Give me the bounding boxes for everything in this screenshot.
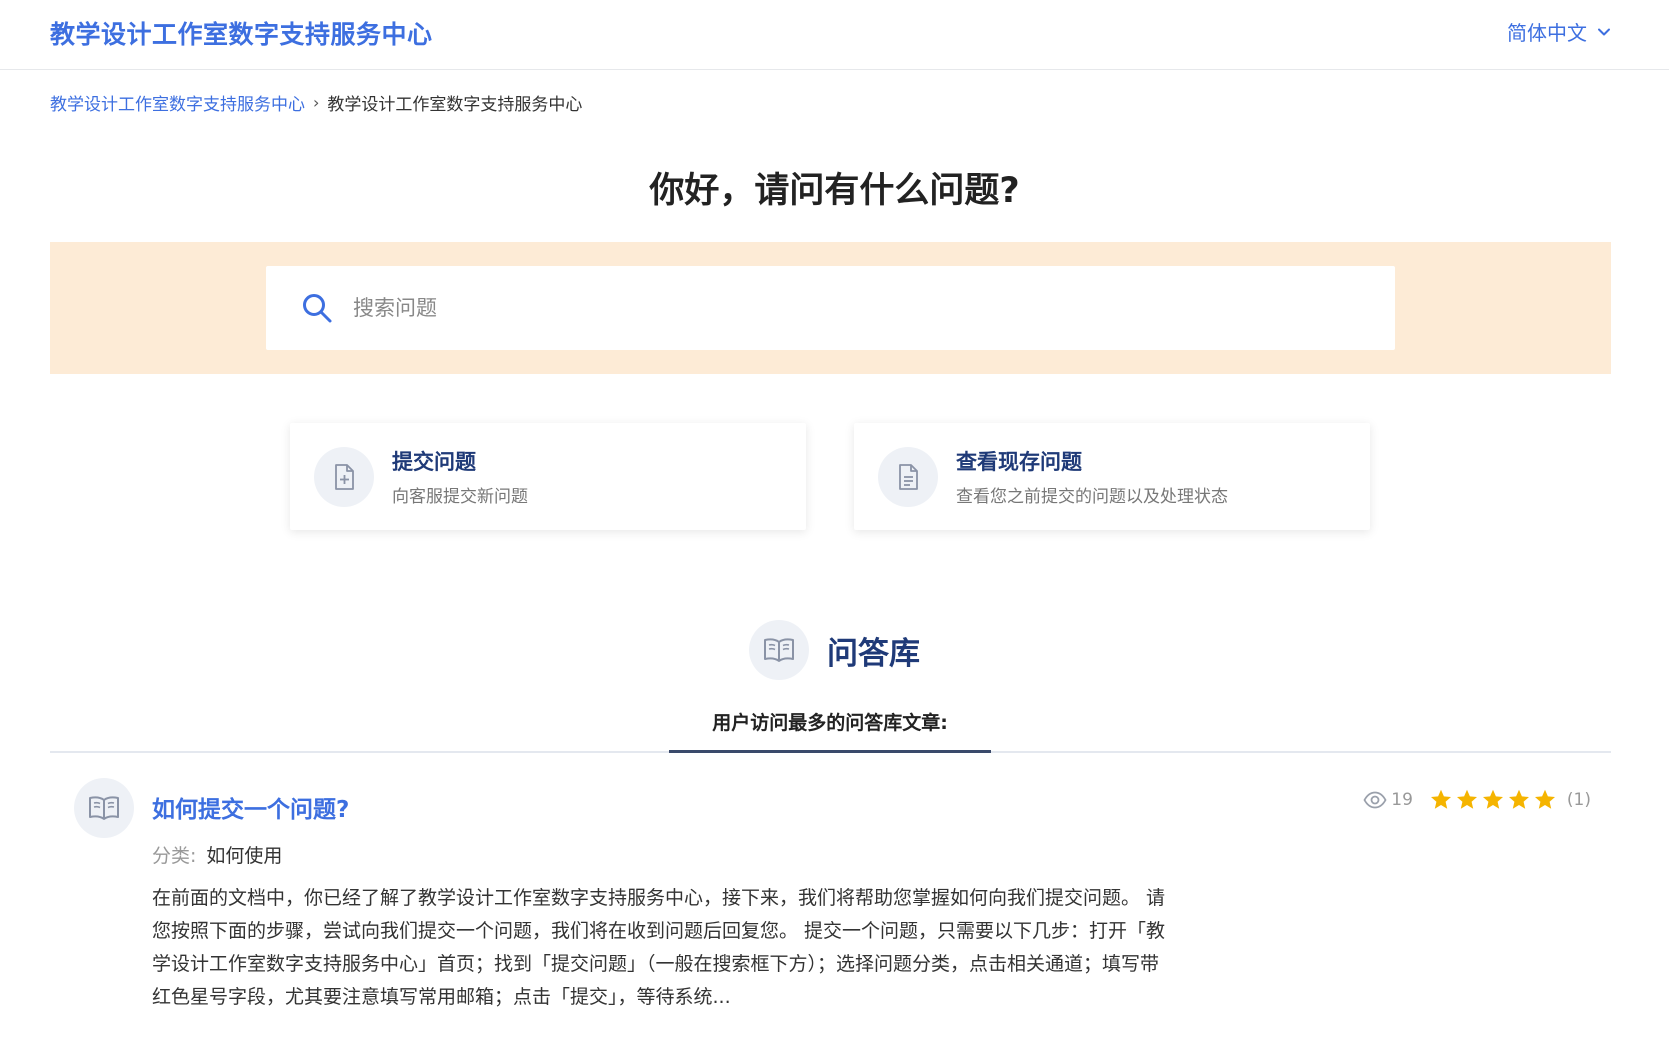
star-rating[interactable] xyxy=(1429,788,1557,812)
article-excerpt: 在前面的文档中，你已经了解了教学设计工作室数字支持服务中心，接下来，我们将帮助您… xyxy=(152,887,1166,1008)
star-icon xyxy=(1482,789,1503,809)
category-label: 分类: xyxy=(152,845,197,867)
file-plus-icon xyxy=(314,446,374,507)
tab-most-viewed[interactable]: 用户访问最多的问答库文章: xyxy=(669,705,991,753)
article-stats: 19 (1) xyxy=(1363,788,1591,812)
open-book-icon xyxy=(749,620,809,680)
page-greeting: 你好，请问有什么问题? xyxy=(649,171,1020,211)
category-value: 如何使用 xyxy=(206,845,283,867)
article-book-icon xyxy=(74,778,134,838)
view-count: 19 xyxy=(1391,790,1413,810)
article-title-link[interactable]: 如何提交一个问题? xyxy=(152,790,349,824)
submit-issue-title: 提交问题 xyxy=(392,450,476,474)
rating-count: (1) xyxy=(1566,790,1591,810)
search-icon xyxy=(303,294,332,323)
star-icon xyxy=(1534,789,1555,809)
brand-title[interactable]: 教学设计工作室数字支持服务中心 xyxy=(50,15,433,51)
breadcrumb-home-link[interactable]: 教学设计工作室数字支持服务中心 xyxy=(50,90,305,115)
star-icon xyxy=(1430,789,1451,809)
language-label: 简体中文 xyxy=(1507,21,1587,45)
knowledge-base-title: 问答库 xyxy=(827,635,920,672)
view-issues-title: 查看现存问题 xyxy=(956,450,1082,474)
view-issues-desc: 查看您之前提交的问题以及处理状态 xyxy=(956,487,1228,507)
view-issues-card[interactable]: 查看现存问题 查看您之前提交的问题以及处理状态 xyxy=(854,423,1370,530)
breadcrumb: 教学设计工作室数字支持服务中心 › 教学设计工作室数字支持服务中心 xyxy=(50,90,582,115)
chevron-down-icon xyxy=(1598,28,1610,35)
search-box[interactable] xyxy=(266,266,1395,350)
eye-icon xyxy=(1363,791,1387,809)
star-icon xyxy=(1508,789,1529,809)
knowledge-base-header: 问答库 xyxy=(0,620,1669,680)
breadcrumb-current: 教学设计工作室数字支持服务中心 xyxy=(327,95,583,115)
search-band xyxy=(50,242,1611,374)
top-bar: 教学设计工作室数字支持服务中心 简体中文 xyxy=(0,0,1669,70)
article-tabs: 用户访问最多的问答库文章: xyxy=(50,705,1611,753)
submit-issue-desc: 向客服提交新问题 xyxy=(392,487,528,507)
breadcrumb-separator: › xyxy=(313,93,320,112)
submit-issue-card[interactable]: 提交问题 向客服提交新问题 xyxy=(290,423,806,530)
search-input[interactable] xyxy=(353,296,1303,320)
language-selector[interactable]: 简体中文 xyxy=(1507,17,1611,46)
article-category: 分类: 如何使用 xyxy=(152,841,282,868)
star-icon xyxy=(1456,789,1477,809)
file-text-icon xyxy=(878,446,938,507)
